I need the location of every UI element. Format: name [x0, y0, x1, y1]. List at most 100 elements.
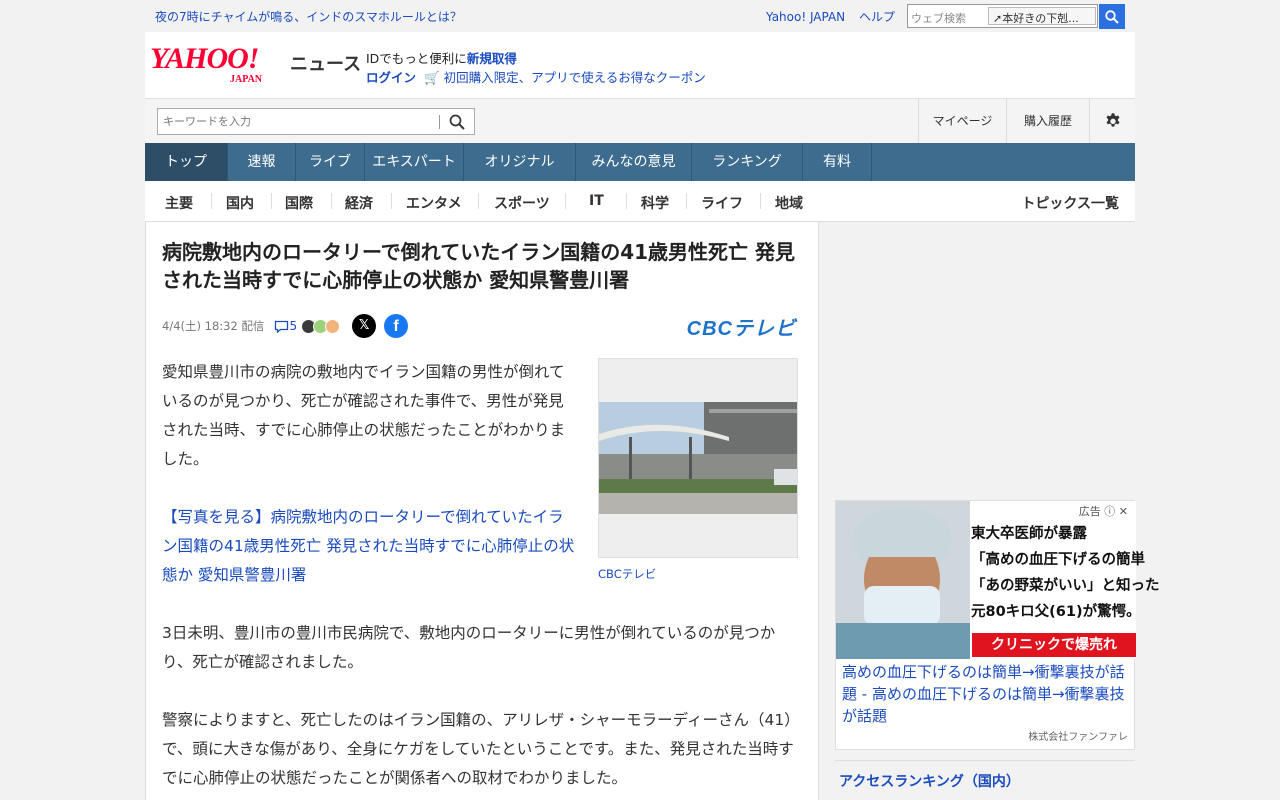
cat-science[interactable]: 科学 [641, 193, 669, 213]
ad-text[interactable]: 高めの血圧下げるのは簡単→衝撃裏技が話題 - 高めの血圧下げるのは簡単→衝撃裏技… [842, 661, 1132, 727]
site-header: YAHOO! JAPAN ニュース IDでもっと便利に新規取得 ログイン 🛒 初回購… [0, 32, 1280, 98]
nav-ranking[interactable]: ランキング [692, 143, 803, 181]
id-promo: IDでもっと便利に新規取得 [366, 48, 517, 67]
cat-divider [760, 193, 761, 209]
gear-icon [1106, 113, 1119, 127]
cat-divider [686, 193, 687, 209]
ad-headline: 東大卒医師が暴露 「高めの血圧下げるの簡単 「あの野菜がいい」と知った 元80キ… [971, 521, 1160, 625]
cat-domestic[interactable]: 国内 [218, 193, 262, 225]
signup-link[interactable]: 新規取得 [467, 51, 517, 66]
web-search-input[interactable]: ウェブ検索 ➚本好きの下剋... [907, 4, 1098, 28]
category-nav: 主要 国内 国際 経済 エンタメ スポーツ IT 科学 ライフ 地域 トピックス… [0, 181, 1280, 225]
cat-entertainment[interactable]: エンタメ [406, 193, 462, 213]
topics-list-link[interactable]: トピックス一覧 [1021, 193, 1119, 213]
yahoo-news-logo[interactable]: YAHOO! JAPAN ニュース [150, 42, 361, 86]
purchase-history-link[interactable]: 購入履歴 [1006, 99, 1089, 143]
cat-divider [565, 193, 566, 209]
article: 病院敷地内のロータリーで倒れていたイラン国籍の41歳男性死亡 発見された当時すで… [145, 222, 819, 800]
settings-button[interactable] [1089, 99, 1135, 143]
info-icon: ⓘ [1104, 505, 1116, 518]
keyword-search-box [157, 108, 475, 135]
ad-badge[interactable]: 広告 ⓘ ✕ [1079, 503, 1128, 519]
web-search-button[interactable] [1099, 4, 1125, 29]
cat-divider [626, 193, 627, 209]
mypage-link[interactable]: マイページ [918, 99, 1006, 143]
share-buttons: 𝕏 f [352, 314, 409, 338]
main-nav: トップ 速報 ライブ エキスパート オリジナル みんなの意見 ランキング 有料 [145, 143, 1135, 181]
nav-breaking[interactable]: 速報 [228, 143, 296, 181]
cat-it[interactable]: IT [589, 193, 604, 209]
cat-international[interactable]: 国際 [285, 193, 313, 213]
search-suggestion[interactable]: ➚本好きの下剋... [988, 7, 1096, 25]
header-actions: マイページ 購入履歴 [918, 99, 1135, 143]
cat-divider [478, 193, 479, 209]
logo-yahoo: YAHOO! [150, 42, 259, 75]
cat-divider [331, 193, 332, 209]
cat-divider [391, 193, 392, 209]
help-link[interactable]: ヘルプ [859, 10, 895, 24]
publish-date: 4/4(土) 18:32 [162, 319, 238, 333]
yahoo-japan-link[interactable]: Yahoo! JAPAN [766, 10, 845, 24]
ad-line-2: 「高めの血圧下げるの簡単 [971, 552, 1145, 568]
search-divider [439, 115, 440, 129]
paragraph-1: 愛知県豊川市の病院の敷地内でイラン国籍の男性が倒れているのが見つかり、死亡が確認… [162, 363, 566, 468]
cat-divider [271, 193, 272, 209]
nav-opinions[interactable]: みんなの意見 [576, 143, 692, 181]
facebook-share-icon[interactable]: f [384, 314, 409, 338]
web-search-placeholder: ウェブ検索 [911, 12, 966, 25]
login-row: ログイン 🛒 初回購入限定、アプリで使えるお得なクーポン [366, 67, 706, 86]
cat-economy[interactable]: 経済 [345, 193, 373, 213]
promo-link[interactable]: 夜の7時にチャイムが鳴る、インドのスマホルールとは？ [155, 8, 462, 25]
nav-original[interactable]: オリジナル [464, 143, 576, 181]
lead-section: 愛知県豊川市の病院の敷地内でイラン国籍の男性が倒れているのが見つかり、死亡が確認… [162, 358, 578, 590]
keyword-input[interactable] [158, 109, 433, 134]
top-bar: 夜の7時にチャイムが鳴る、インドのスマホルールとは？ Yahoo! JAPAN … [0, 0, 1280, 32]
comment-count: 5 [289, 319, 298, 333]
close-icon[interactable]: ✕ [1119, 505, 1128, 518]
cat-life[interactable]: ライフ [701, 193, 743, 213]
search-icon [449, 114, 465, 130]
logo-news: ニュース [290, 54, 362, 75]
x-share-icon[interactable]: 𝕏 [352, 314, 377, 338]
nav-paid[interactable]: 有料 [803, 143, 872, 181]
search-row: マイページ 購入履歴 [0, 98, 1280, 143]
top-links: Yahoo! JAPAN ヘルプ [756, 8, 895, 25]
article-meta: 4/4(土) 18:32 配信 5 𝕏 f [162, 314, 409, 338]
ad-line-1: 東大卒医師が暴露 [971, 526, 1087, 542]
nav-live[interactable]: ライブ [296, 143, 365, 181]
ad-advertiser: 株式会社ファンファレ [1028, 732, 1128, 743]
cbc-logo[interactable]: CBCテレビ [687, 312, 796, 341]
login-link[interactable]: ログイン [366, 70, 416, 85]
cart-icon: 🛒 [424, 70, 440, 85]
article-body: 愛知県豊川市の病院の敷地内でイラン国籍の男性が倒れているのが見つかり、死亡が確認… [162, 358, 802, 800]
cat-region[interactable]: 地域 [775, 193, 803, 213]
paragraph-2: 3日未明、豊川市の豊川市民病院で、敷地内のロータリーに男性が倒れているのが見つか… [162, 624, 776, 671]
body-section: 3日未明、豊川市の豊川市民病院で、敷地内のロータリーに男性が倒れているのが見つか… [162, 619, 802, 793]
ranking-title[interactable]: アクセスランキング（国内） [839, 771, 1020, 791]
nav-expert[interactable]: エキスパート [365, 143, 464, 181]
search-suggestion-text: 本好きの下剋... [1002, 12, 1079, 25]
cat-main[interactable]: 主要 [165, 193, 193, 213]
ad-line-4: 元80キロ父(61)が驚愕。 [971, 604, 1141, 620]
comment-icon [275, 320, 289, 333]
nav-top[interactable]: トップ [145, 143, 228, 181]
delivered-label: 配信 [241, 319, 265, 333]
ad-label: 広告 [1078, 505, 1101, 518]
sidebar-ad[interactable]: 広告 ⓘ ✕ 東大卒医師が暴露 「高めの血圧下げるの簡単 「あの野菜がいい」と知… [835, 500, 1160, 750]
comments-link[interactable]: 5 [274, 319, 297, 333]
ad-line-3: 「あの野菜がいい」と知った [971, 578, 1160, 594]
reaction-think-icon [325, 318, 341, 334]
cat-sports[interactable]: スポーツ [494, 193, 550, 213]
keyword-search-button[interactable] [449, 114, 465, 134]
cat-divider [211, 193, 212, 209]
ad-cta[interactable]: クリニックで爆売れ [972, 633, 1136, 657]
coupon-link[interactable]: 初回購入限定、アプリで使えるお得なクーポン [444, 70, 706, 85]
photo-link[interactable]: 【写真を見る】病院敷地内のロータリーで倒れていたイラン国籍の41歳男性死亡 発見… [162, 508, 574, 584]
access-ranking: アクセスランキング（国内） [835, 760, 1135, 800]
id-promo-text: IDでもっと便利に [366, 51, 467, 66]
logo-japan: JAPAN [230, 74, 263, 85]
search-icon [1105, 10, 1119, 24]
suggestion-arrow-icon: ➚ [993, 12, 1003, 25]
paragraph-3: 警察によりますと、死亡したのはイラン国籍の、アリレザ・シャーモラーディーさん（4… [162, 711, 800, 787]
reaction-icons[interactable] [301, 318, 341, 334]
